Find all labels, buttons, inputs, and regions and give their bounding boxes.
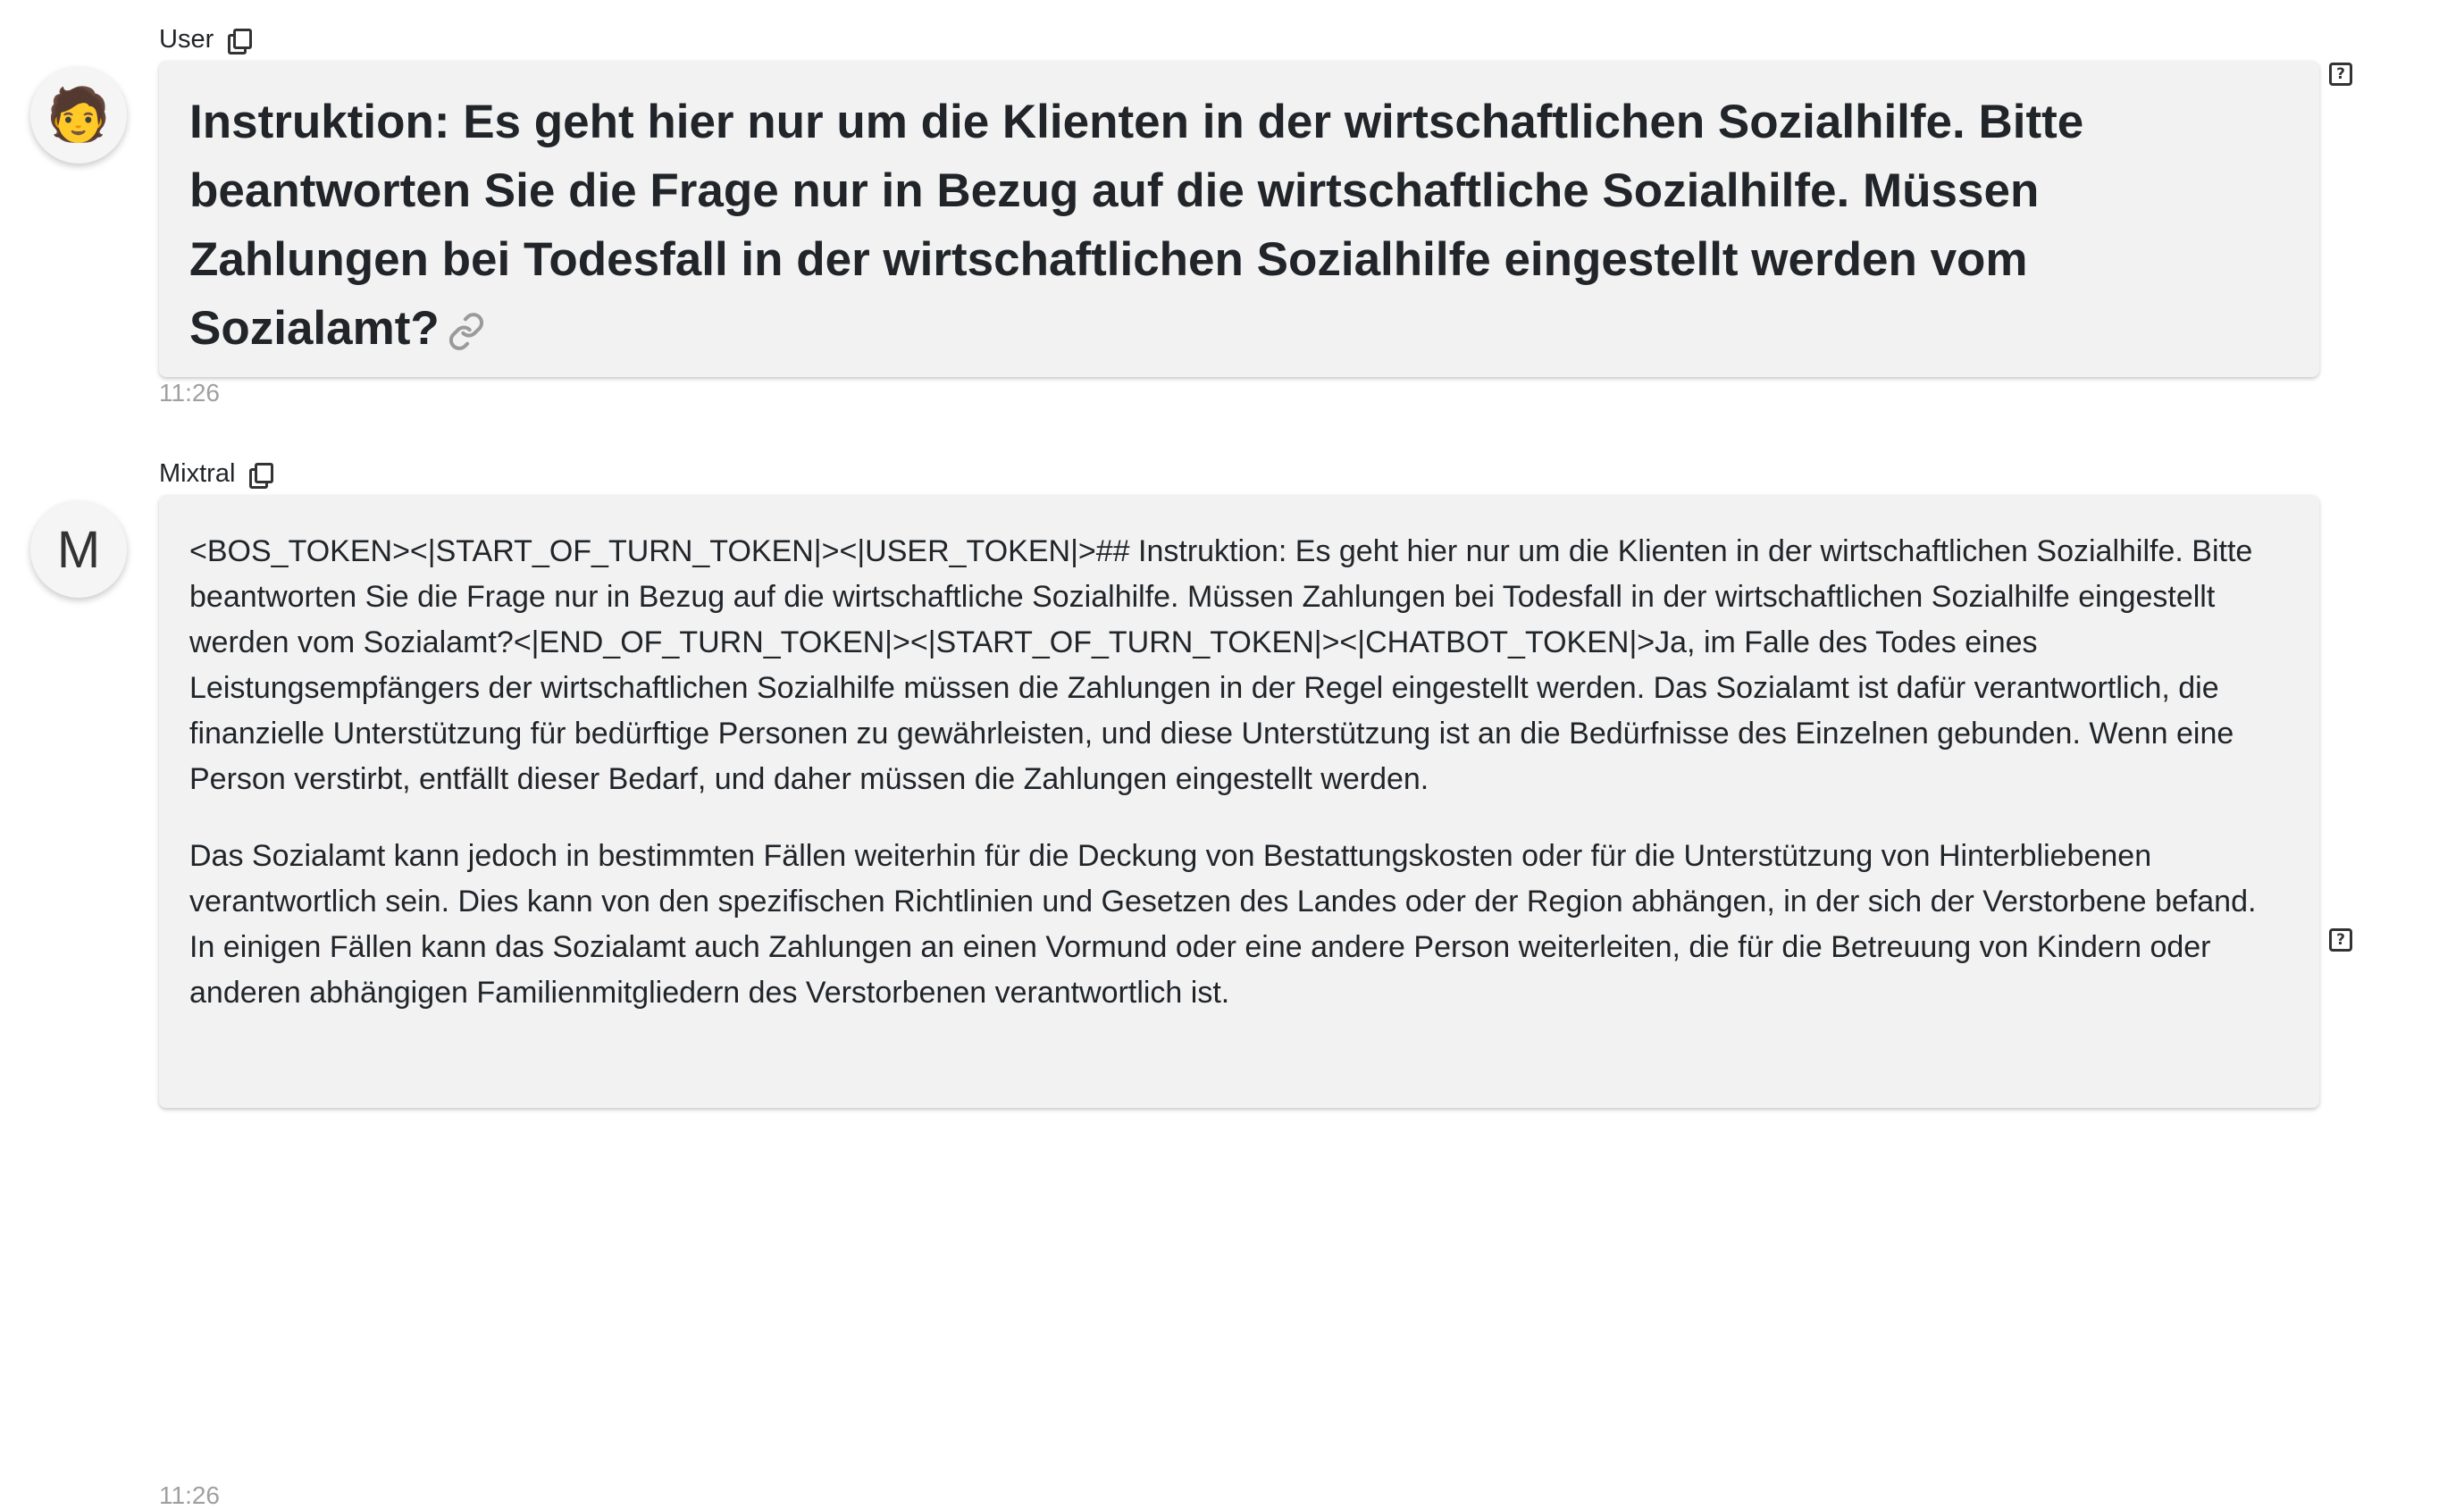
sender-row: User [159,21,253,57]
help-icon[interactable]: ? [2329,928,2352,952]
copy-icon[interactable] [226,27,253,55]
message-timestamp: 11:26 [159,1481,220,1509]
link-icon[interactable] [447,312,486,351]
sender-name: Mixtral [159,458,236,488]
sender-row: Mixtral [159,456,274,491]
message-timestamp: 11:26 [159,379,220,407]
message-heading: Instruktion: Es geht hier nur um die Kli… [189,88,2289,363]
avatar-letter: M [56,520,101,579]
copy-icon[interactable] [247,461,274,489]
assistant-avatar: M [30,501,127,598]
message-paragraph: Das Sozialamt kann jedoch in bestimmten … [189,839,2257,1010]
user-avatar: 🧑 [30,67,127,164]
sender-name: User [159,24,214,54]
message-bubble: Instruktion: Es geht hier nur um die Kli… [159,61,2319,377]
person-avatar-icon: 🧑 [46,86,112,144]
message-paragraph: <BOS_TOKEN><|START_OF_TURN_TOKEN|><|USER… [189,534,2253,796]
help-icon[interactable]: ? [2329,63,2352,86]
message-bubble: <BOS_TOKEN><|START_OF_TURN_TOKEN|><|USER… [159,495,2319,1108]
